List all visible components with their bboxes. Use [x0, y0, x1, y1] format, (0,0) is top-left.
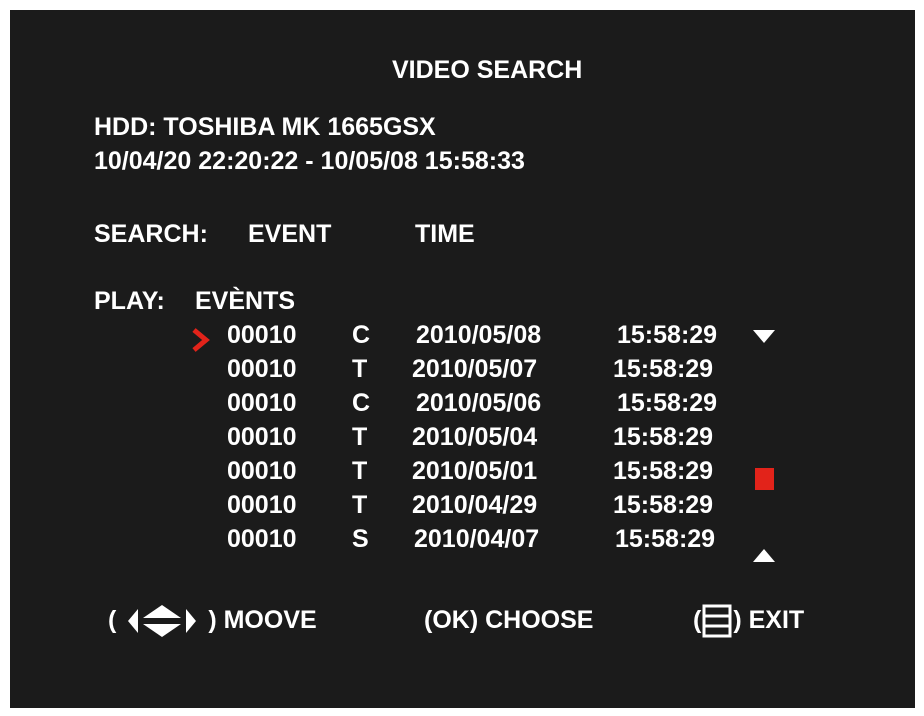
search-option-event[interactable]: EVENT	[248, 219, 331, 249]
event-number: 00010	[227, 321, 297, 349]
event-number: 00010	[227, 355, 297, 383]
search-option-time[interactable]: TIME	[415, 219, 475, 249]
event-number: 00010	[227, 389, 297, 417]
event-number: 00010	[227, 525, 297, 553]
move-label: ) MOOVE	[208, 606, 317, 634]
event-number: 00010	[227, 491, 297, 519]
event-type: T	[352, 457, 368, 485]
event-date: 2010/05/01	[412, 457, 538, 485]
event-type: C	[352, 321, 371, 349]
triangle-up-icon[interactable]	[752, 546, 776, 564]
event-time: 15:58:29	[613, 491, 714, 519]
event-type: S	[352, 525, 369, 553]
event-date: 2010/04/07	[414, 525, 540, 553]
video-search-screen: VIDEO SEARCH HDD: TOSHIBA MK 1665GSX 10/…	[10, 10, 915, 708]
event-time: 15:58:29	[617, 389, 718, 417]
search-label: SEARCH:	[94, 220, 208, 248]
play-mode-value[interactable]: EVÈNTS	[195, 286, 295, 316]
recording-range: 10/04/20 22:20:22 - 10/05/08 15:58:33	[94, 147, 525, 175]
move-open-paren: (	[108, 606, 117, 634]
event-date: 2010/04/29	[412, 491, 538, 519]
footer-exit-hint: ( ) EXIT	[693, 602, 804, 638]
event-number: 00010	[227, 423, 297, 451]
scroll-thumb[interactable]	[755, 468, 774, 490]
exit-open-paren: (	[693, 606, 702, 634]
event-type: C	[352, 389, 371, 417]
menu-icon	[702, 604, 732, 638]
event-time: 15:58:29	[617, 321, 718, 349]
chevron-right-icon	[192, 328, 210, 352]
event-date: 2010/05/08	[416, 321, 542, 349]
choose-hint: (OK) CHOOSE	[424, 606, 594, 634]
event-type: T	[352, 491, 368, 519]
exit-label: ) EXIT	[733, 606, 805, 634]
direction-arrows-icon	[128, 605, 197, 638]
hdd-info: HDD: TOSHIBA MK 1665GSX	[94, 113, 436, 141]
event-time: 15:58:29	[613, 423, 714, 451]
footer-move-hint: ( ) MOOVE	[108, 602, 317, 638]
event-date: 2010/05/04	[412, 423, 538, 451]
event-time: 15:58:29	[615, 525, 716, 553]
event-date: 2010/05/07	[412, 355, 538, 383]
event-time: 15:58:29	[613, 355, 714, 383]
event-type: T	[352, 423, 368, 451]
event-type: T	[352, 355, 368, 383]
play-label: PLAY:	[94, 287, 165, 315]
event-number: 00010	[227, 457, 297, 485]
triangle-down-icon[interactable]	[752, 328, 776, 346]
page-title: VIDEO SEARCH	[392, 56, 583, 84]
event-time: 15:58:29	[613, 457, 714, 485]
event-date: 2010/05/06	[416, 389, 542, 417]
